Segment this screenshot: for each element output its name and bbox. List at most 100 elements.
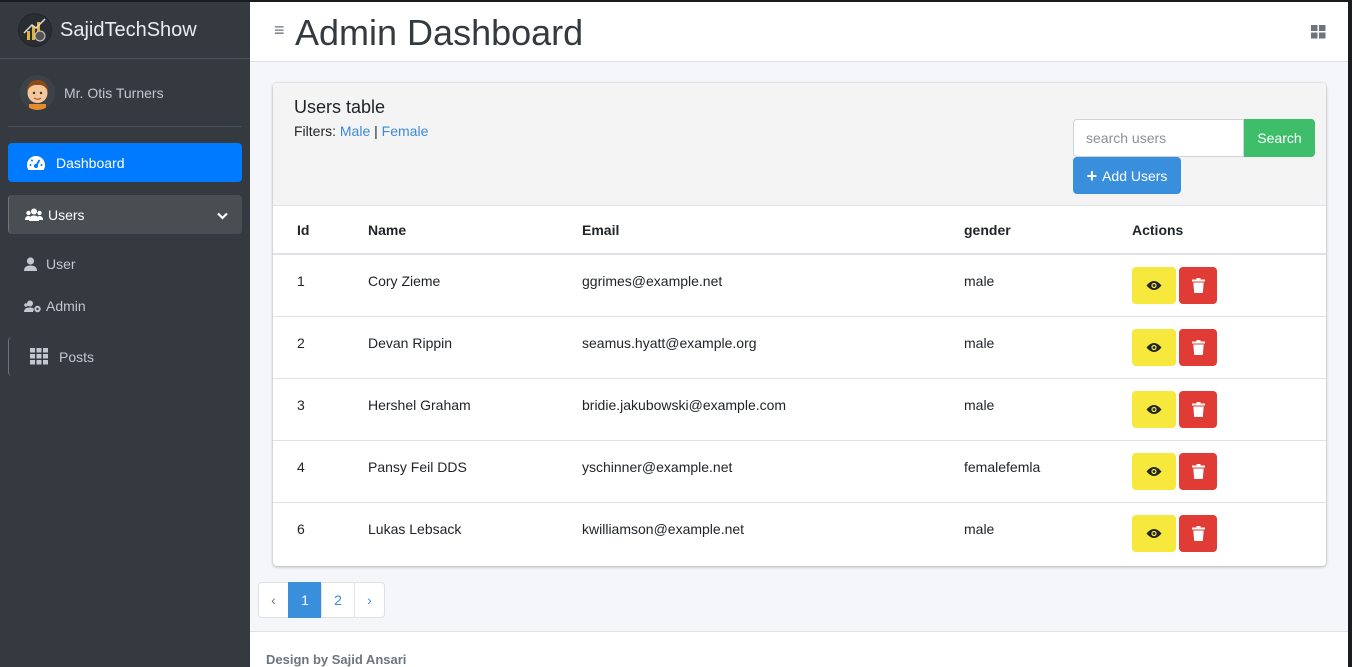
delete-button[interactable] (1179, 390, 1217, 428)
cell-actions (1132, 316, 1326, 379)
eye-icon (1146, 404, 1162, 414)
cell-id: 3 (273, 378, 368, 441)
user-icon (24, 257, 40, 271)
cell-id: 4 (273, 440, 368, 503)
page-title: Admin Dashboard (295, 12, 584, 53)
table-row: 4 Pansy Feil DDS yschinner@example.net f… (273, 440, 1326, 503)
add-users-label: Add Users (1102, 167, 1168, 184)
chevron-down-icon (217, 207, 228, 223)
cell-email: yschinner@example.net (582, 440, 964, 503)
sidebar-item-admin[interactable]: Admin (8, 285, 242, 327)
table-body: 1 Cory Zieme ggrimes@example.net male 2 … (273, 254, 1326, 564)
filter-male-link[interactable]: Male (340, 123, 370, 139)
delete-button[interactable] (1179, 514, 1217, 552)
table-row: 1 Cory Zieme ggrimes@example.net male (273, 254, 1326, 317)
users-card: Users table Filters: Male | Female Searc… (273, 83, 1326, 566)
filter-separator: | (374, 123, 378, 139)
trash-icon (1191, 463, 1205, 479)
cell-name: Hershel Graham (368, 378, 582, 441)
view-button[interactable] (1132, 267, 1176, 304)
menu-toggle-icon[interactable]: ≡ (274, 20, 285, 41)
avatar (20, 75, 55, 110)
cell-email: seamus.hyatt@example.org (582, 316, 964, 379)
eye-icon (1146, 466, 1162, 476)
cell-name: Pansy Feil DDS (368, 440, 582, 503)
footer: Design by Sajid Ansari (250, 631, 1352, 667)
cell-id: 2 (273, 316, 368, 379)
cell-gender: male (964, 378, 1132, 441)
column-header-gender: gender (964, 206, 1132, 255)
eye-icon (1146, 528, 1162, 538)
user-panel[interactable]: Mr. Otis Turners (8, 59, 242, 127)
brand-link[interactable]: SajidTechShow (0, 2, 250, 59)
filters: Filters: Male | Female (294, 123, 428, 139)
filter-female-link[interactable]: Female (382, 123, 429, 139)
search-input[interactable] (1073, 119, 1244, 157)
th-icon (29, 348, 49, 365)
sidebar-item-label: Admin (46, 298, 86, 314)
users-cog-icon (24, 300, 42, 313)
brand-logo-icon (18, 13, 52, 47)
pagination-prev[interactable]: ‹ (258, 582, 289, 618)
eye-icon (1146, 342, 1162, 352)
cell-gender: male (964, 254, 1132, 317)
table-row: 2 Devan Rippin seamus.hyatt@example.org … (273, 316, 1326, 379)
pagination-next[interactable]: › (354, 582, 385, 618)
sidebar: SajidTechShow Mr. Otis Turners Dashboard… (0, 0, 250, 667)
cell-actions (1132, 378, 1326, 441)
cell-gender: male (964, 520, 995, 537)
delete-button[interactable] (1179, 452, 1217, 490)
pagination-page-2[interactable]: 2 (321, 582, 355, 618)
filters-label: Filters: (294, 123, 336, 139)
sidebar-item-label: Dashboard (56, 154, 125, 171)
cell-name: Lukas Lebsack (368, 520, 462, 537)
cell-id: 6 (297, 520, 305, 537)
cell-email: ggrimes@example.net (582, 254, 964, 317)
cell-actions (1132, 440, 1326, 503)
sidebar-item-users[interactable]: Users (8, 195, 242, 234)
sidebar-item-posts[interactable]: Posts (8, 337, 242, 376)
sidebar-item-dashboard[interactable]: Dashboard (8, 143, 242, 182)
sidebar-item-label: User (46, 256, 76, 272)
user-name: Mr. Otis Turners (64, 84, 164, 101)
cell-name: Devan Rippin (368, 316, 582, 379)
pagination-page-1[interactable]: 1 (288, 582, 322, 618)
table-row: 6 Lukas Lebsack kwilliamson@example.net … (273, 502, 1326, 564)
sidebar-nav: Dashboard Users User Admin Posts (0, 127, 250, 376)
sidebar-item-user[interactable]: User (8, 243, 242, 285)
table-header-row: Id Name Email gender Actions (273, 206, 1326, 255)
cell-name: Cory Zieme (368, 254, 582, 317)
top-navbar: ≡ Admin Dashboard (250, 0, 1352, 62)
cell-gender: femalefemla (964, 440, 1132, 503)
users-icon (25, 208, 43, 221)
sidebar-item-label: Users (48, 206, 85, 223)
view-button[interactable] (1132, 514, 1176, 552)
tachometer-icon (26, 154, 46, 172)
add-users-button[interactable]: + Add Users (1073, 157, 1181, 194)
eye-icon (1146, 281, 1162, 290)
grid-icon[interactable] (1311, 25, 1326, 44)
window-edge (1348, 0, 1352, 667)
view-button[interactable] (1132, 390, 1176, 428)
column-header-email: Email (582, 206, 964, 255)
pagination: ‹ 1 2 › (258, 582, 385, 618)
column-header-actions: Actions (1132, 206, 1326, 255)
table-row: 3 Hershel Graham bridie.jakubowski@examp… (273, 378, 1326, 441)
card-title: Users table (294, 97, 386, 117)
view-button[interactable] (1132, 328, 1176, 366)
cell-actions (1132, 254, 1326, 317)
plus-icon: + (1086, 165, 1098, 186)
view-button[interactable] (1132, 452, 1176, 490)
cell-email: kwilliamson@example.net (582, 520, 745, 537)
trash-icon (1191, 339, 1205, 355)
delete-button[interactable] (1179, 267, 1217, 304)
delete-button[interactable] (1179, 328, 1217, 366)
column-header-name: Name (368, 206, 582, 255)
cell-id: 1 (273, 254, 368, 317)
column-header-id: Id (273, 206, 368, 255)
card-header: Users table Filters: Male | Female Searc… (273, 83, 1326, 206)
cell-actions (1132, 502, 1326, 564)
search-button[interactable]: Search (1244, 119, 1315, 157)
cell-email: bridie.jakubowski@example.com (582, 378, 964, 441)
users-table: Id Name Email gender Actions 1 Cory Ziem… (273, 206, 1326, 564)
